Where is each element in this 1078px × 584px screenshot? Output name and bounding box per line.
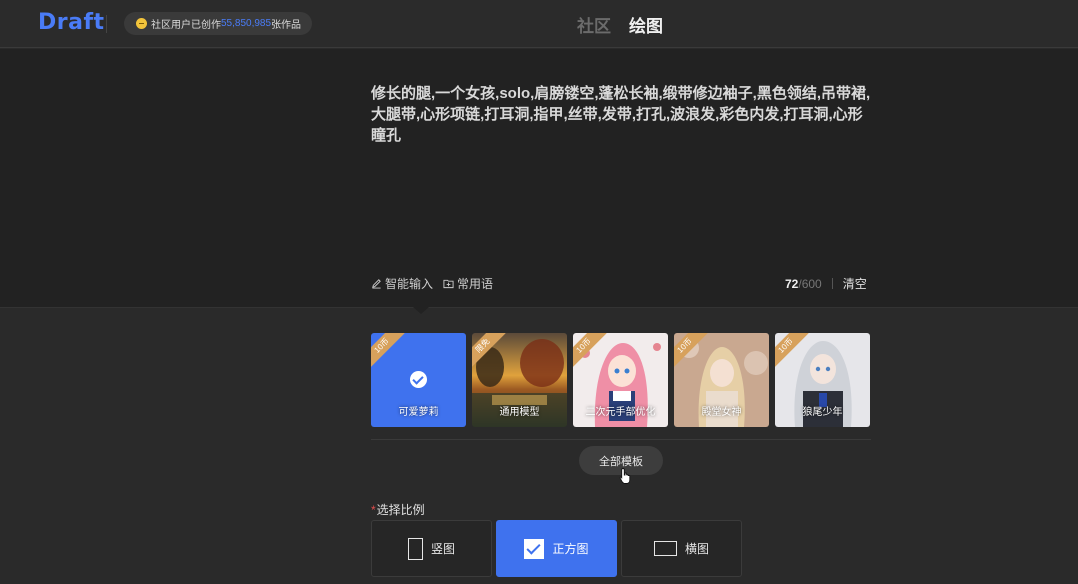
template-card-anime-hand[interactable]: 10币 二次元手部优化 [573, 333, 668, 427]
template-divider [371, 439, 871, 440]
ratio-landscape-button[interactable]: 横图 [621, 520, 742, 577]
template-label: 通用模型 [499, 407, 540, 418]
clear-button[interactable]: 清空 [843, 275, 867, 292]
stat-prefix: 社区用户已创作 [151, 20, 221, 31]
smart-input-label: 智能输入 [385, 277, 434, 291]
template-card-general-model[interactable]: 限免 通用模型 [472, 333, 567, 427]
template-card-cute-loli[interactable]: 10币 可爱萝莉 [371, 333, 466, 427]
ratio-label-text: 选择比例 [376, 503, 425, 517]
ratio-option-label: 正方图 [552, 542, 589, 556]
template-card-goddess[interactable]: 10币 殿堂女神 [674, 333, 769, 427]
tab-drawing[interactable]: 绘图 [629, 12, 663, 37]
template-card-wolf-boy[interactable]: 10币 狼尾少年 [775, 333, 870, 427]
hand-pointer-icon [619, 468, 631, 484]
main-nav-tabs: 社区 绘图 [577, 12, 663, 37]
tab-community[interactable]: 社区 [577, 12, 611, 37]
char-count: 72 [785, 276, 799, 291]
smiley-coin-icon [136, 18, 147, 29]
template-label: 二次元手部优化 [585, 407, 656, 418]
stat-suffix: 张作品 [271, 20, 302, 31]
ratio-options: 竖图 正方图 横图 [371, 520, 742, 577]
portrait-icon [407, 537, 423, 560]
template-list: 10币 可爱萝莉 限免 通用模型 10币 二次元手部优化 10币 殿堂女神 10… [371, 333, 870, 427]
char-max: /600 [798, 276, 822, 291]
common-phrases-label: 常用语 [457, 277, 494, 291]
ratio-option-label: 横图 [684, 542, 709, 556]
common-phrases-button[interactable]: 常用语 [443, 275, 493, 292]
draft-logo[interactable]: Draft [38, 10, 105, 35]
prompt-textarea[interactable]: 修长的腿,一个女孩,solo,肩膀镂空,蓬松长袖,缎带修边袖子,黑色领结,吊带裙… [371, 83, 873, 146]
landscape-icon [653, 541, 677, 556]
panel-caret [413, 307, 429, 314]
ratio-portrait-button[interactable]: 竖图 [371, 520, 492, 577]
header-divider [106, 15, 107, 33]
counter-divider [831, 278, 833, 289]
char-counter: 72 /600 清空 [785, 275, 867, 292]
template-label: 狼尾少年 [802, 407, 843, 418]
smart-input-button[interactable]: 智能输入 [371, 275, 433, 292]
template-label: 可爱萝莉 [398, 407, 439, 418]
prompt-tools: 智能输入 常用语 [371, 275, 493, 292]
ratio-option-label: 竖图 [430, 542, 455, 556]
required-mark: * [371, 503, 376, 517]
checkbox-checked-icon [524, 538, 545, 559]
prompt-panel: 修长的腿,一个女孩,solo,肩膀镂空,蓬松长袖,缎带修边袖子,黑色领结,吊带裙… [0, 49, 1078, 308]
template-label: 殿堂女神 [701, 407, 742, 418]
stat-count: 55,850,985 [221, 18, 272, 29]
top-header: Draft 社区用户已创作 55,850,985 张作品 社区 绘图 [0, 0, 1078, 48]
folder-icon [443, 279, 454, 289]
price-badge: 10币 [371, 333, 405, 369]
creation-stat-pill: 社区用户已创作 55,850,985 张作品 [124, 12, 312, 35]
pencil-icon [372, 279, 381, 289]
check-icon [410, 371, 427, 388]
ratio-square-button[interactable]: 正方图 [496, 520, 617, 577]
ratio-label: *选择比例 [371, 501, 425, 518]
